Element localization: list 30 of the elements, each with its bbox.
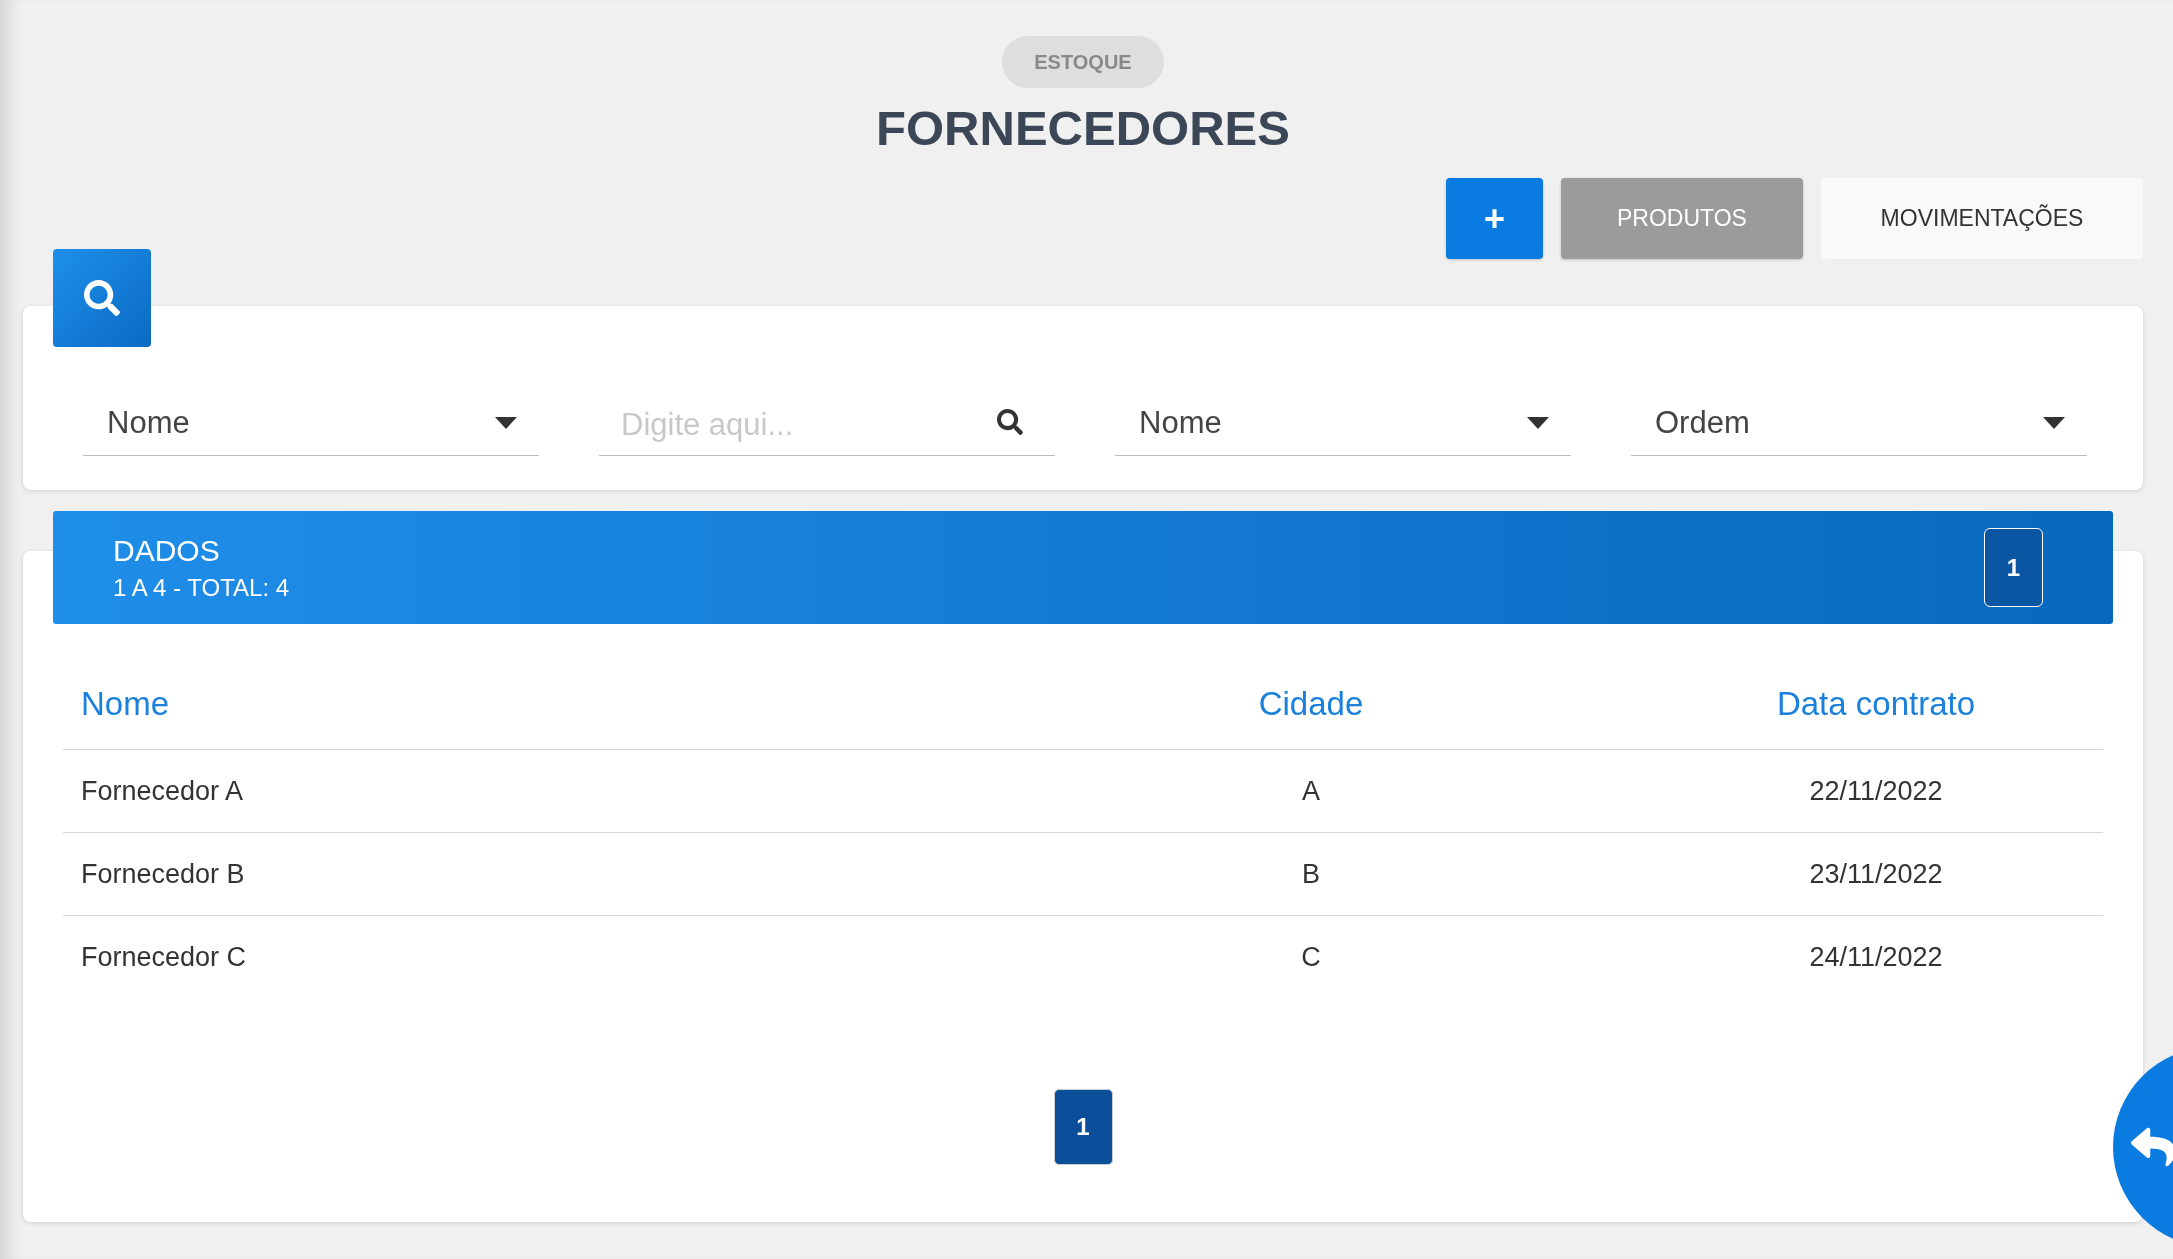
table-cell-text: 24/11/2022 — [1808, 942, 1944, 973]
page-title: FORNECEDORES — [876, 100, 1290, 157]
select-field[interactable]: Ordem — [1631, 390, 2087, 456]
table-cell-text: 23/11/2022 — [1808, 858, 1944, 890]
section-badge: ESTOQUE — [1002, 36, 1164, 88]
search-toggle-button[interactable] — [53, 249, 151, 347]
table-cell-text: Fornecedor A — [80, 775, 245, 807]
table-cell-text: B — [1301, 858, 1321, 890]
dropdown-caret-icon — [1527, 416, 1549, 429]
nav-button[interactable]: MOVIMENTAÇÕES — [1821, 178, 2143, 259]
table-cell-text: Fornecedor C — [80, 942, 248, 973]
page-count-badge: 1 — [1984, 528, 2043, 607]
search-icon — [997, 409, 1023, 435]
dropdown-caret-icon — [495, 416, 517, 429]
column-header[interactable]: Nome — [63, 685, 1023, 723]
table-cell-text: A — [1301, 775, 1321, 807]
results-summary: 1 A 4 - TOTAL: 4 — [113, 573, 290, 602]
results-title: DADOS — [113, 533, 221, 568]
column-header[interactable]: Data contrato — [1599, 685, 2103, 723]
page-button[interactable]: 1 — [1053, 1089, 1113, 1165]
search-icon — [84, 280, 120, 316]
add-button[interactable]: + — [1446, 178, 1543, 259]
reply-arrow-icon — [2131, 1125, 2173, 1169]
table-cell-text: 22/11/2022 — [1808, 775, 1944, 807]
select-field[interactable]: Nome — [1115, 390, 1571, 456]
table-cell-text: Fornecedor B — [80, 858, 246, 890]
select-field[interactable]: Nome — [83, 390, 539, 456]
dropdown-caret-icon — [2043, 416, 2065, 429]
column-header[interactable]: Cidade — [1023, 685, 1599, 723]
table-cell-text: C — [1300, 942, 1322, 973]
